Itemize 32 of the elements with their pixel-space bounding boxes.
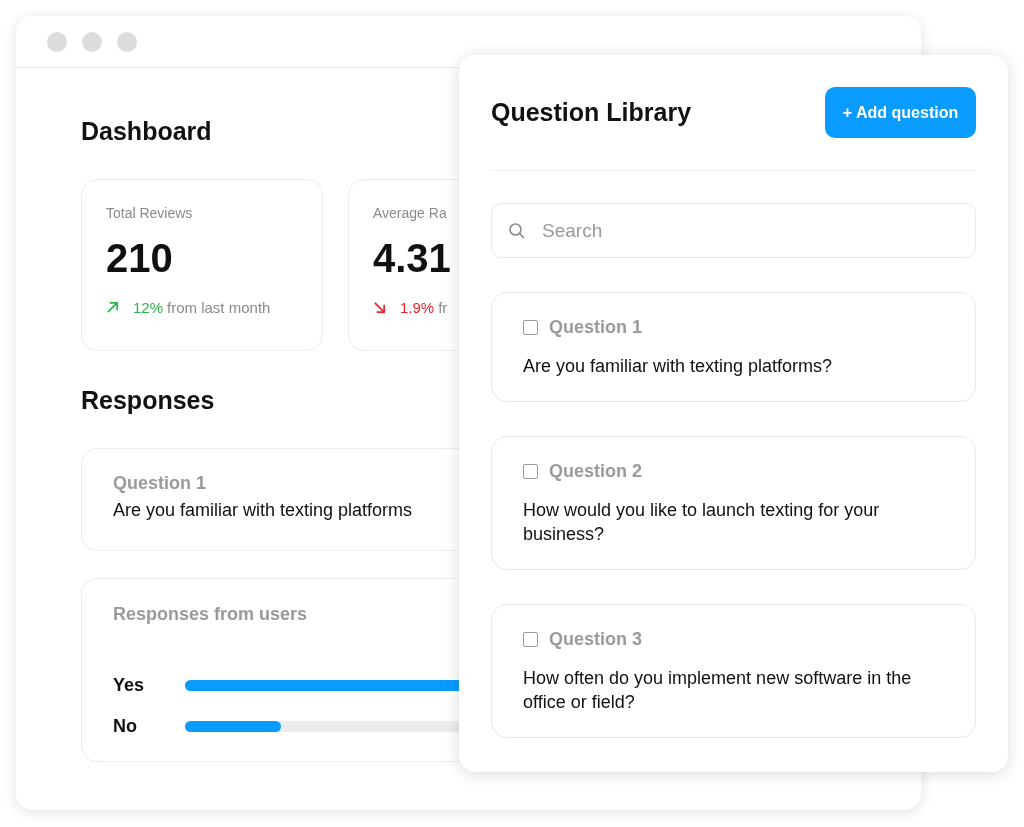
trend-arrow-icon: [373, 301, 386, 314]
question-text: How would you like to launch texting for your business?: [523, 499, 881, 546]
question-card[interactable]: Question 2 How would you like to launch texting for your business?: [491, 436, 976, 570]
bar-label: Yes: [113, 675, 146, 696]
change-percent: 12%: [133, 299, 164, 316]
stat-value: 210: [106, 235, 174, 281]
question-text: Are you familiar with texting platforms: [113, 500, 413, 521]
bar-label: No: [113, 716, 138, 737]
search-field[interactable]: Search: [491, 203, 976, 258]
question-label: Question 1: [549, 317, 642, 338]
stat-label: Average Ra: [373, 205, 448, 221]
stat-value: 4.31: [373, 235, 452, 281]
question-label: Question 2: [549, 461, 642, 482]
question-label: Question 3: [549, 629, 642, 650]
search-icon: [508, 222, 526, 240]
checkbox[interactable]: [523, 632, 538, 647]
chart-title: Responses from users: [113, 604, 309, 625]
change-note: from last month: [167, 299, 271, 316]
question-card[interactable]: Question 3 How often do you implement new software in the office or field?: [491, 604, 976, 738]
dashboard-title: Dashboard: [81, 116, 213, 146]
trend-arrow-icon: [106, 301, 119, 314]
responses-title: Responses: [81, 385, 216, 415]
question-text: How often do you implement new software in the office or field?: [523, 667, 913, 714]
stat-label: Total Reviews: [106, 205, 194, 221]
change-note: fr: [438, 299, 448, 316]
panel-title: Question Library: [491, 98, 692, 127]
question-label: Question 1: [113, 473, 207, 494]
checkbox[interactable]: [523, 464, 538, 479]
checkbox[interactable]: [523, 320, 538, 335]
question-text: Are you familiar with texting platforms?: [523, 355, 833, 378]
change-percent: 1.9%: [400, 299, 435, 316]
question-card[interactable]: Question 1 Are you familiar with texting platforms?: [491, 292, 976, 402]
